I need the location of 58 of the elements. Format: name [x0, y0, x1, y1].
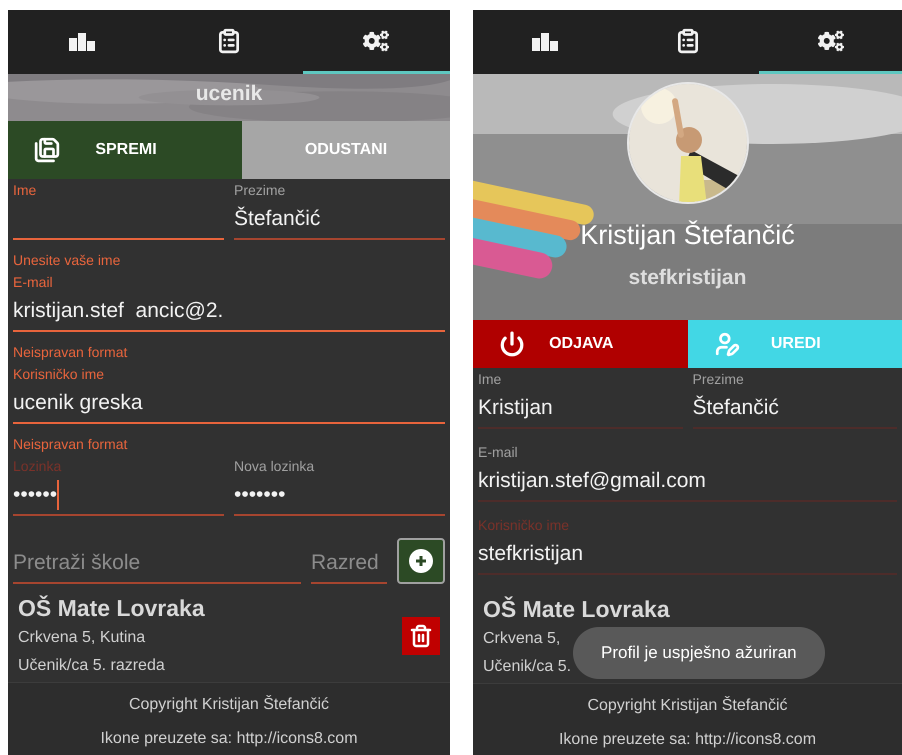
credits-text: Ikone preuzete sa: http://icons8.com	[558, 730, 816, 750]
input-field[interactable]: stefkristijan	[478, 534, 897, 575]
input-field[interactable]: Štefančić	[234, 199, 445, 240]
school-name: OŠ Mate Lovraka	[483, 595, 670, 624]
settings-icon	[363, 28, 390, 54]
error-message: Neispravan format	[13, 343, 128, 361]
field-label: Prezime	[234, 181, 286, 199]
field-value: ucenik greska	[13, 390, 143, 416]
field-value: Štefančić	[234, 206, 320, 232]
save-icon	[34, 137, 60, 163]
field-value: Štefančić	[692, 394, 779, 421]
input-field[interactable]: kristijan.stef ancic@2.	[13, 291, 445, 332]
input-field[interactable]: kristijan.stef@gmail.com	[478, 461, 897, 502]
input-field[interactable]: Štefančić	[692, 388, 897, 429]
settings-icon	[818, 28, 844, 54]
field-label: Lozinka	[13, 457, 62, 475]
field-label: Ime	[13, 181, 38, 199]
logout-button[interactable]: ODJAVA	[473, 320, 688, 368]
school-name: OŠ Mate Lovraka	[18, 594, 205, 623]
error-message: Neispravan format	[13, 435, 128, 453]
field-label: Prezime	[692, 370, 745, 388]
field-value: stefkristijan	[478, 540, 584, 567]
username-title: ucenik	[196, 81, 262, 107]
field-value: kristijan.stef ancic@2.	[13, 298, 224, 324]
school-address: Crkvena 5,	[483, 629, 560, 649]
school-grade: Učenik/ca 5. razreda	[18, 656, 165, 676]
podium-icon	[68, 30, 95, 50]
user-edit-icon	[714, 331, 740, 357]
add-button[interactable]	[397, 538, 445, 584]
school-grade: Učenik/ca 5.	[483, 657, 572, 677]
search-field[interactable]: Pretraži škole	[13, 544, 301, 584]
power-icon	[499, 331, 525, 357]
school-address: Crkvena 5, Kutina	[18, 628, 146, 648]
toast-message: Profil je uspješno ažuriran	[573, 627, 825, 679]
field-value: ••••••	[13, 482, 58, 508]
copyright-text: Copyright Kristijan Štefančić	[128, 694, 330, 715]
input-field[interactable]: Kristijan	[478, 388, 682, 429]
error-message: Unesite vaše ime	[13, 251, 122, 269]
credits-text: Ikone preuzete sa: http://icons8.com	[100, 729, 358, 749]
input-field[interactable]: ucenik greska	[13, 383, 445, 424]
field-label: Korisničko ime	[13, 365, 106, 383]
field-value: kristijan.stef@gmail.com	[478, 468, 706, 494]
field-label: E-mail	[478, 443, 519, 461]
trash-icon	[409, 624, 433, 648]
grade-field[interactable]: Razred	[311, 544, 387, 584]
field-label: Korisničko ime	[478, 516, 570, 534]
field-label: Ime	[478, 370, 502, 388]
copyright-text: Copyright Kristijan Štefančić	[587, 695, 788, 716]
plus-icon	[409, 549, 433, 573]
field-value: •••••••	[234, 482, 286, 508]
podium-icon	[532, 30, 558, 50]
field-value: Kristijan	[478, 394, 553, 421]
field-label: E-mail	[13, 273, 54, 291]
delete-button[interactable]	[402, 617, 440, 655]
input-field[interactable]: ••••••	[13, 475, 224, 516]
input-field[interactable]: •••••••	[234, 475, 445, 516]
field-label: Nova lozinka	[234, 457, 316, 475]
save-button[interactable]: SPREMI	[8, 121, 242, 179]
